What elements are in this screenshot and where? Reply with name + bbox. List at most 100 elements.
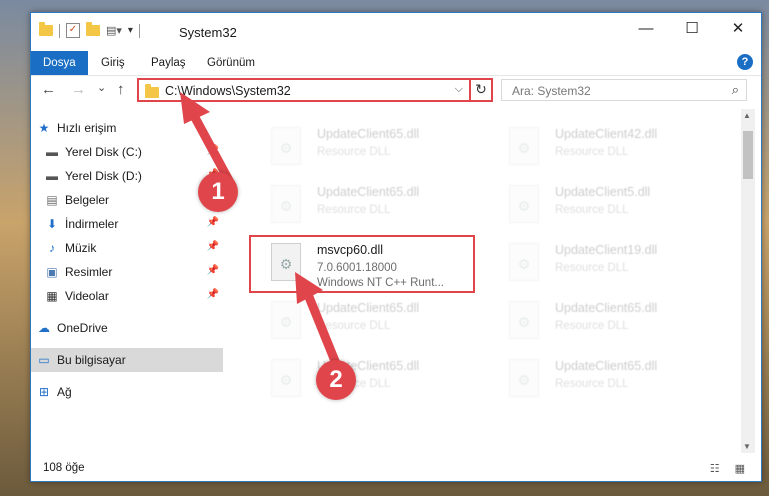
pin-icon[interactable]: 📌 bbox=[207, 289, 219, 300]
refresh-button[interactable]: ↻ bbox=[469, 78, 493, 102]
annotation-badge-1: 1 bbox=[198, 172, 238, 212]
file-name: UpdateClient65.dll bbox=[555, 301, 658, 315]
file-detail: Resource DLL bbox=[555, 320, 629, 332]
tab-view[interactable]: Görünüm bbox=[195, 51, 267, 75]
separator bbox=[138, 23, 140, 38]
search-input[interactable]: Ara: System32 bbox=[512, 84, 591, 98]
file-detail: Resource DLL bbox=[555, 204, 629, 216]
file-name: UpdateClient65.dll bbox=[555, 359, 658, 373]
status-bar: 108 öğe ☷ ▦ bbox=[31, 457, 761, 481]
file-item[interactable]: ⚙ UpdateClient42.dll Resource DLL bbox=[489, 121, 717, 173]
sidebar-item-label: İndirmeler bbox=[65, 217, 119, 231]
file-detail: Resource DLL bbox=[555, 146, 629, 158]
file-name: UpdateClient65.dll bbox=[317, 127, 420, 141]
close-button[interactable]: ✕ bbox=[715, 13, 761, 45]
file-detail: Resource DLL bbox=[555, 262, 629, 274]
sidebar-item-label: Bu bilgisayar bbox=[57, 353, 126, 367]
minimize-button[interactable]: — bbox=[623, 13, 669, 45]
address-dropdown-icon[interactable]: ⌵ bbox=[455, 83, 463, 96]
help-icon[interactable]: ? bbox=[737, 54, 753, 70]
recent-locations-button[interactable]: ⌄ bbox=[97, 81, 106, 94]
tab-home[interactable]: Giriş bbox=[89, 51, 137, 75]
document-icon: ▤ bbox=[46, 193, 58, 207]
sidebar-item-label: Müzik bbox=[65, 241, 97, 255]
properties-icon[interactable]: ✓ bbox=[66, 23, 80, 38]
dll-file-icon: ⚙ bbox=[509, 127, 539, 165]
pin-icon[interactable]: 📌 bbox=[207, 265, 219, 276]
file-detail: Resource DLL bbox=[555, 378, 629, 390]
dll-file-icon: ⚙ bbox=[509, 359, 539, 397]
file-name: UpdateClient5.dll bbox=[555, 185, 651, 199]
sidebar-item[interactable]: ▦ Videolar 📌 bbox=[31, 284, 223, 308]
sidebar-item[interactable]: ⊞ Ağ bbox=[31, 380, 223, 404]
file-item[interactable]: ⚙ UpdateClient65.dll Resource DLL bbox=[251, 121, 479, 173]
computer-icon: ▭ bbox=[38, 353, 50, 367]
back-button[interactable]: ← bbox=[41, 81, 56, 98]
tab-file[interactable]: Dosya bbox=[31, 51, 88, 75]
sidebar-item-label: Videolar bbox=[65, 289, 109, 303]
file-item[interactable]: ⚙ UpdateClient5.dll Resource DLL bbox=[489, 179, 717, 231]
annotation-badge-2: 2 bbox=[316, 360, 356, 400]
dll-file-icon: ⚙ bbox=[271, 127, 301, 165]
folder-icon bbox=[145, 84, 159, 98]
search-box[interactable]: Ara: System32 ⌕ bbox=[501, 79, 747, 101]
scroll-down-icon[interactable]: ▼ bbox=[743, 442, 751, 451]
sidebar-item-label: Resimler bbox=[65, 265, 113, 279]
network-icon: ⊞ bbox=[38, 385, 50, 399]
dll-file-icon: ⚙ bbox=[271, 185, 301, 223]
dll-file-icon: ⚙ bbox=[509, 243, 539, 281]
sidebar-item[interactable]: ☁ OneDrive bbox=[31, 316, 223, 340]
file-name: UpdateClient65.dll bbox=[317, 185, 420, 199]
navigation-bar: ← → ⌄ ↑ C:\Windows\System32 ⌵ ↻ Ara: Sys… bbox=[31, 75, 761, 105]
title-bar: ✓ ▤▾ ▾ System32 — ☐ ✕ bbox=[31, 13, 761, 51]
pin-icon[interactable]: 📌 bbox=[207, 241, 219, 252]
vertical-scrollbar[interactable]: ▲ ▼ bbox=[741, 109, 755, 453]
file-item[interactable]: ⚙ UpdateClient65.dll Resource DLL bbox=[489, 353, 717, 405]
file-detail: Resource DLL bbox=[317, 204, 391, 216]
file-item[interactable]: ⚙ UpdateClient19.dll Resource DLL bbox=[489, 237, 717, 289]
up-button[interactable]: ↑ bbox=[117, 81, 125, 98]
drive-icon: ▬ bbox=[46, 169, 58, 183]
forward-button[interactable]: → bbox=[71, 81, 86, 98]
sidebar-item-label: Belgeler bbox=[65, 193, 110, 207]
explorer-window: ✓ ▤▾ ▾ System32 — ☐ ✕ Dosya Giriş Paylaş… bbox=[30, 12, 762, 482]
tab-share[interactable]: Paylaş bbox=[139, 51, 198, 75]
sidebar-item-label: OneDrive bbox=[57, 321, 108, 335]
window-title: System32 bbox=[179, 25, 237, 40]
sidebar-item-label: Yerel Disk (C:) bbox=[65, 145, 142, 159]
download-icon: ⬇ bbox=[46, 217, 58, 231]
file-detail: Resource DLL bbox=[317, 146, 391, 158]
star-icon: ★ bbox=[38, 121, 50, 135]
sidebar-item-label: Ağ bbox=[57, 385, 72, 399]
video-icon: ▦ bbox=[46, 289, 58, 303]
sidebar-item[interactable]: ⬇ İndirmeler 📌 bbox=[31, 212, 223, 236]
sidebar-item[interactable]: ▭ Bu bilgisayar bbox=[31, 348, 223, 372]
search-icon: ⌕ bbox=[731, 82, 739, 97]
drive-icon: ▬ bbox=[46, 145, 58, 159]
music-icon: ♪ bbox=[49, 241, 55, 255]
item-count: 108 öğe bbox=[43, 462, 85, 474]
file-item[interactable]: ⚙ UpdateClient65.dll Resource DLL bbox=[489, 295, 717, 347]
scrollbar-thumb[interactable] bbox=[743, 131, 753, 179]
new-folder-icon[interactable] bbox=[86, 22, 100, 36]
dll-file-icon: ⚙ bbox=[509, 301, 539, 339]
ribbon-tabs: Dosya Giriş Paylaş Görünüm ? bbox=[31, 51, 761, 76]
scroll-up-icon[interactable]: ▲ bbox=[743, 111, 751, 120]
toolbar-dropdown-icon[interactable]: ▾ bbox=[128, 25, 133, 36]
pictures-icon: ▣ bbox=[46, 265, 58, 279]
file-name: UpdateClient19.dll bbox=[555, 243, 658, 257]
maximize-button[interactable]: ☐ bbox=[669, 13, 715, 45]
cloud-icon: ☁ bbox=[38, 321, 50, 335]
sidebar-item[interactable]: ♪ Müzik 📌 bbox=[31, 236, 223, 260]
quick-access-toolbar: ✓ ▤▾ ▾ bbox=[39, 22, 140, 38]
sidebar-item-label: Hızlı erişim bbox=[57, 121, 117, 135]
customize-toolbar-icon[interactable]: ▤▾ bbox=[106, 24, 122, 37]
pin-icon[interactable]: 📌 bbox=[207, 217, 219, 228]
folder-icon bbox=[39, 22, 53, 36]
sidebar-item-label: Yerel Disk (D:) bbox=[65, 169, 142, 183]
file-item[interactable]: ⚙ UpdateClient65.dll Resource DLL bbox=[251, 179, 479, 231]
view-toggle-icons[interactable]: ☷ ▦ bbox=[710, 462, 751, 475]
separator bbox=[59, 23, 60, 38]
sidebar-item[interactable]: ▣ Resimler 📌 bbox=[31, 260, 223, 284]
file-name: UpdateClient42.dll bbox=[555, 127, 658, 141]
